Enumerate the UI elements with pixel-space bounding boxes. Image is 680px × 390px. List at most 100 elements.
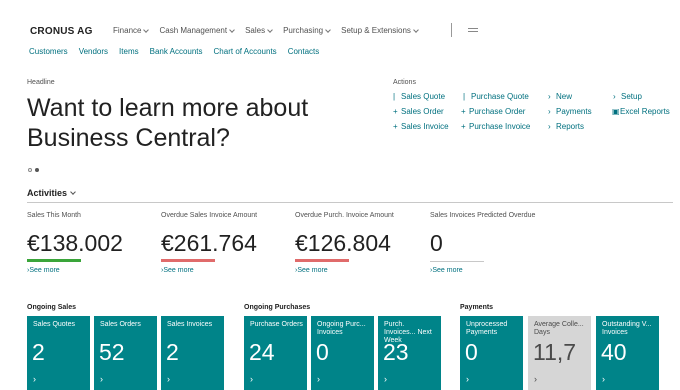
action-label: Purchase Quote <box>471 92 529 101</box>
chevron-right-icon: › <box>384 374 387 384</box>
action-label: New <box>556 92 573 101</box>
chevron-right-icon: › <box>466 374 469 384</box>
menu-divider <box>451 23 452 37</box>
link-chart-of-accounts[interactable]: Chart of Accounts <box>214 47 277 56</box>
see-more-link[interactable]: ›See more <box>295 267 420 274</box>
bar-icon: | <box>393 92 396 101</box>
see-more-link[interactable]: ›See more <box>27 267 152 274</box>
see-more-label: See more <box>163 267 194 274</box>
kpi-label: Overdue Sales Invoice Amount <box>161 212 258 219</box>
headline-label: Headline <box>27 79 55 86</box>
action-label: Purchase Order <box>469 107 526 116</box>
group-ongoing-purchases-title: Ongoing Purchases <box>244 304 311 311</box>
tile-value: 11,7 <box>533 339 577 365</box>
kpi-label: Sales Invoices Predicted Overdue <box>430 212 536 219</box>
tile-label: Outstanding V... Invoices <box>602 321 652 336</box>
tile-value: 2 <box>166 339 179 365</box>
tile-ongoing-purchase-invoices[interactable]: Ongoing Purc... Invoices 0 › <box>311 316 374 390</box>
activities-header[interactable]: Activities <box>27 188 76 198</box>
pager-dot[interactable] <box>28 168 32 172</box>
menu-label: Setup & Extensions <box>341 26 411 35</box>
chevron-down-icon <box>70 189 76 195</box>
tile-value: 40 <box>601 339 627 365</box>
chevron-down-icon <box>325 26 331 33</box>
action-new[interactable]: › New <box>548 92 572 101</box>
chevron-down-icon <box>267 26 273 33</box>
action-label: Sales Order <box>401 107 444 116</box>
plus-icon: + <box>461 122 466 131</box>
tile-label: Sales Orders <box>100 321 141 328</box>
action-setup[interactable]: › Setup <box>613 92 642 101</box>
group-payments-title: Payments <box>460 304 494 311</box>
chevron-right-icon: › <box>100 374 103 384</box>
link-items[interactable]: Items <box>119 47 139 56</box>
action-payments[interactable]: › Payments <box>548 107 592 116</box>
tile-outstanding-vendor-invoices[interactable]: Outstanding V... Invoices 40 › <box>596 316 659 390</box>
chevron-right-icon: › <box>250 374 253 384</box>
link-bank-accounts[interactable]: Bank Accounts <box>150 47 203 56</box>
see-more-link[interactable]: ›See more <box>430 267 555 274</box>
tile-value: 24 <box>249 339 275 365</box>
action-purchase-quote[interactable]: | Purchase Quote <box>463 92 529 101</box>
action-label: Sales Quote <box>401 92 446 101</box>
kpi-overdue-sales-invoice: Overdue Sales Invoice Amount €261.764 ›S… <box>161 212 286 274</box>
more-menu-icon[interactable] <box>468 28 478 34</box>
tile-label: Sales Quotes <box>33 321 76 328</box>
action-label: Excel Reports <box>620 107 670 116</box>
menu-setup-extensions[interactable]: Setup & Extensions <box>341 26 419 35</box>
kpi-value[interactable]: €138.002 <box>27 230 152 256</box>
see-more-link[interactable]: ›See more <box>161 267 286 274</box>
company-name[interactable]: CRONUS AG <box>30 26 93 37</box>
kpi-label: Overdue Purch. Invoice Amount <box>295 212 394 219</box>
tile-label: Average Colle... Days <box>534 321 584 336</box>
link-customers[interactable]: Customers <box>29 47 68 56</box>
kpi-value[interactable]: €126.804 <box>295 230 420 256</box>
chevron-right-icon: › <box>167 374 170 384</box>
tile-average-collection-days[interactable]: Average Colle... Days 11,7 › <box>528 316 591 390</box>
headline-text[interactable]: Want to learn more about Business Centra… <box>27 93 357 153</box>
tile-sales-orders[interactable]: Sales Orders 52 › <box>94 316 157 390</box>
kpi-value[interactable]: 0 <box>430 230 555 256</box>
plus-icon: + <box>461 107 466 116</box>
tile-sales-quotes[interactable]: Sales Quotes 2 › <box>27 316 90 390</box>
menu-sales[interactable]: Sales <box>245 26 273 35</box>
tile-label: Purchase Orders <box>250 321 303 328</box>
action-sales-order[interactable]: + Sales Order <box>393 107 444 116</box>
kpi-value[interactable]: €261.764 <box>161 230 286 256</box>
action-purchase-order[interactable]: + Purchase Order <box>461 107 525 116</box>
action-sales-invoice[interactable]: + Sales Invoice <box>393 122 449 131</box>
chevron-down-icon <box>229 26 235 33</box>
menu-purchasing[interactable]: Purchasing <box>283 26 331 35</box>
link-vendors[interactable]: Vendors <box>79 47 108 56</box>
divider <box>27 202 673 203</box>
action-sales-quote[interactable]: | Sales Quote <box>393 92 445 101</box>
link-contacts[interactable]: Contacts <box>288 47 320 56</box>
tile-sales-invoices[interactable]: Sales Invoices 2 › <box>161 316 224 390</box>
tile-purch-invoices-next-week[interactable]: Purch. Invoices... Next Week 23 › <box>378 316 441 390</box>
kpi-indicator-bar <box>430 261 484 262</box>
plus-icon: + <box>393 122 398 131</box>
see-more-label: See more <box>432 267 463 274</box>
chevron-right-icon: › <box>548 107 551 116</box>
kpi-label: Sales This Month <box>27 212 81 219</box>
tile-value: 23 <box>383 339 409 365</box>
top-navigation: CRONUS AG Finance Cash Management Sales … <box>0 0 680 62</box>
see-more-label: See more <box>297 267 328 274</box>
action-excel-reports[interactable]: ▣Excel Reports <box>612 107 670 116</box>
action-reports[interactable]: › Reports <box>548 122 584 131</box>
menu-label: Finance <box>113 26 142 35</box>
tile-value: 52 <box>99 339 125 365</box>
chevron-down-icon <box>143 26 150 33</box>
pager-dot-active[interactable] <box>35 168 39 172</box>
action-label: Reports <box>556 122 585 131</box>
menu-cash-management[interactable]: Cash Management <box>159 26 235 35</box>
excel-icon: ▣ <box>612 107 620 116</box>
headline-pager <box>28 168 42 172</box>
tile-unprocessed-payments[interactable]: Unprocessed Payments 0 › <box>460 316 523 390</box>
tile-purchase-orders[interactable]: Purchase Orders 24 › <box>244 316 307 390</box>
tile-value: 0 <box>316 339 329 365</box>
action-label: Setup <box>621 92 642 101</box>
chevron-right-icon: › <box>548 122 551 131</box>
action-purchase-invoice[interactable]: + Purchase Invoice <box>461 122 530 131</box>
menu-finance[interactable]: Finance <box>113 26 150 35</box>
